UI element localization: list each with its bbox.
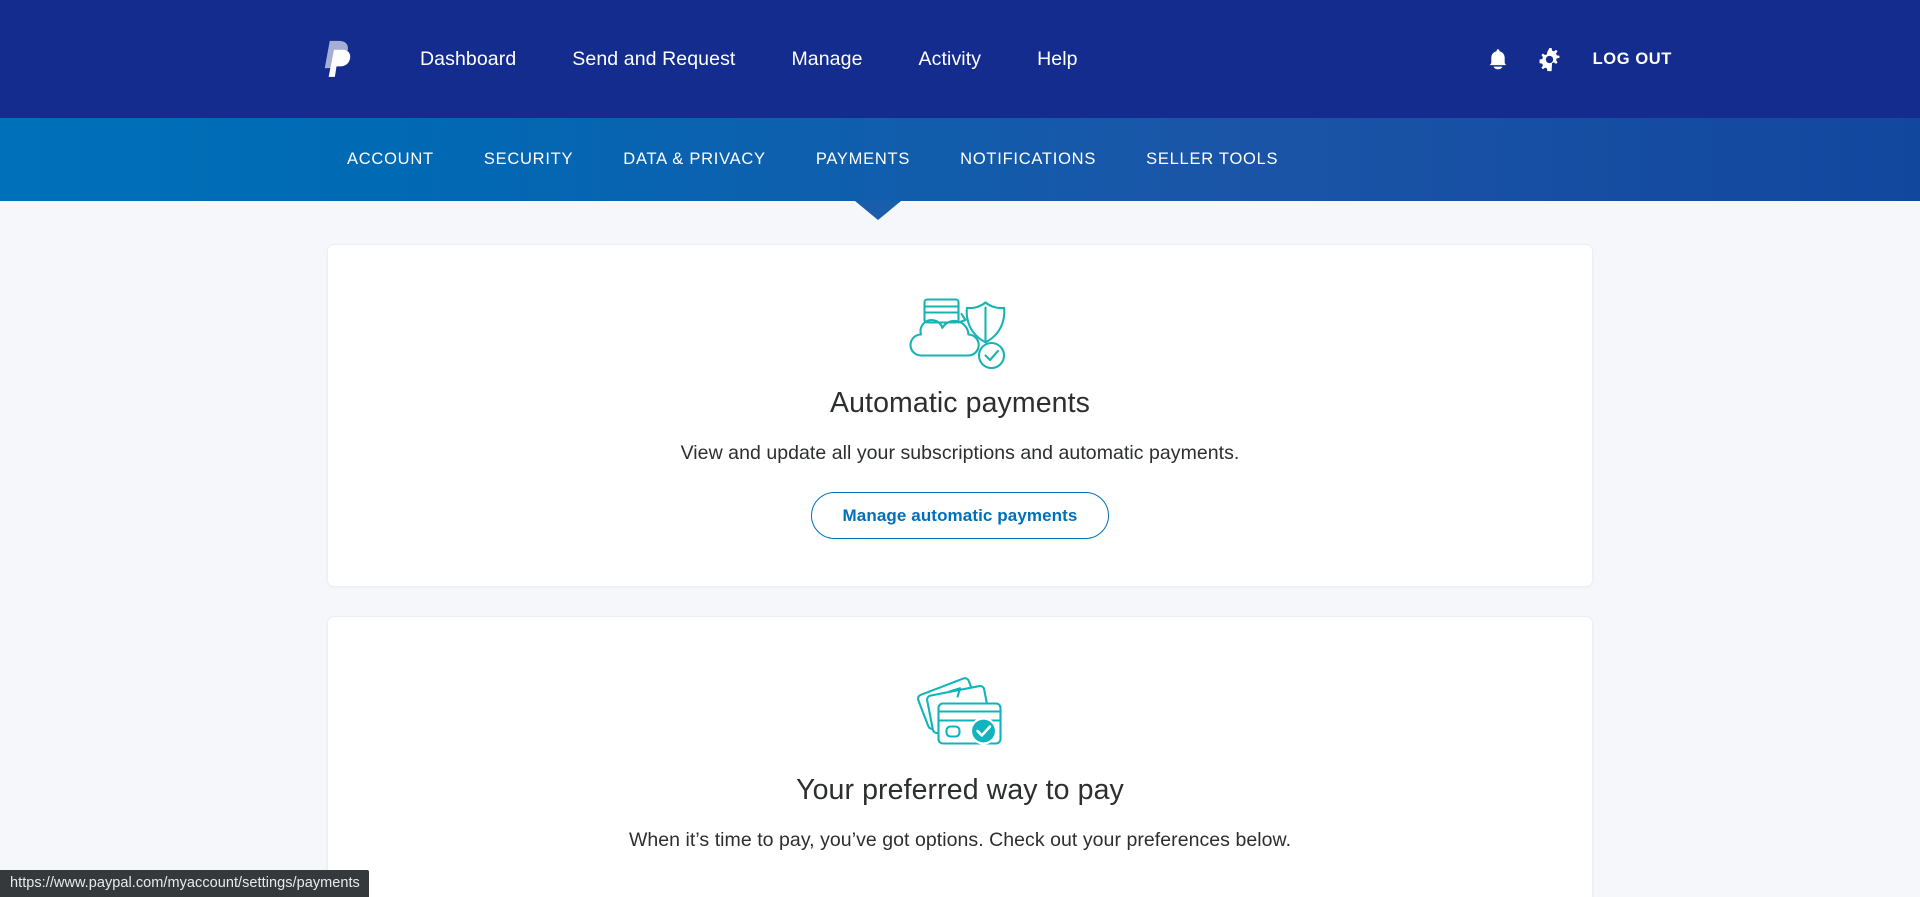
subnav-seller-tools[interactable]: SELLER TOOLS xyxy=(1121,140,1303,179)
stacked-cards-check-icon xyxy=(916,677,1002,745)
header-actions: LOG OUT xyxy=(1485,46,1672,72)
card-subtitle: View and update all your subscriptions a… xyxy=(680,442,1240,464)
browser-status-bar: https://www.paypal.com/myaccount/setting… xyxy=(0,870,369,897)
top-header: Dashboard Send and Request Manage Activi… xyxy=(0,0,1920,118)
subnav-notifications[interactable]: NOTIFICATIONS xyxy=(935,140,1121,179)
active-tab-caret-icon xyxy=(855,201,901,220)
settings-subnav: ACCOUNT SECURITY DATA & PRIVACY PAYMENTS… xyxy=(0,118,1920,220)
card-illustration xyxy=(368,288,1552,374)
card-cloud-shield-check-icon xyxy=(909,298,1006,370)
settings-button[interactable] xyxy=(1537,46,1563,72)
settings-subnav-inner: ACCOUNT SECURITY DATA & PRIVACY PAYMENTS… xyxy=(260,118,1660,201)
card-illustration xyxy=(368,660,1552,764)
header-inner: Dashboard Send and Request Manage Activi… xyxy=(260,0,1671,118)
card-title: Your preferred way to pay xyxy=(796,774,1124,806)
subnav-data-privacy[interactable]: DATA & PRIVACY xyxy=(598,140,791,179)
nav-dashboard[interactable]: Dashboard xyxy=(392,40,544,79)
nav-send-and-request[interactable]: Send and Request xyxy=(544,40,763,79)
subnav-account[interactable]: ACCOUNT xyxy=(322,140,459,179)
nav-help[interactable]: Help xyxy=(1009,40,1106,79)
card-title: Automatic payments xyxy=(830,387,1090,419)
paypal-logo-icon xyxy=(324,40,351,77)
paypal-logo[interactable] xyxy=(322,40,392,78)
automatic-payments-card: Automatic payments View and update all y… xyxy=(327,244,1593,587)
card-subtitle: When it’s time to pay, you’ve got option… xyxy=(628,829,1292,851)
notifications-button[interactable] xyxy=(1485,46,1511,72)
logout-button[interactable]: LOG OUT xyxy=(1593,50,1672,69)
nav-activity[interactable]: Activity xyxy=(891,40,1010,79)
gear-icon xyxy=(1539,47,1560,71)
primary-navigation: Dashboard Send and Request Manage Activi… xyxy=(392,40,1106,79)
preferred-way-to-pay-card: Your preferred way to pay When it’s time… xyxy=(327,616,1593,897)
subnav-payments[interactable]: PAYMENTS xyxy=(791,140,935,179)
main-content: Automatic payments View and update all y… xyxy=(327,201,1593,897)
manage-automatic-payments-button[interactable]: Manage automatic payments xyxy=(810,492,1110,539)
subnav-security[interactable]: SECURITY xyxy=(459,140,598,179)
bell-icon xyxy=(1489,49,1507,70)
nav-manage[interactable]: Manage xyxy=(763,40,890,79)
